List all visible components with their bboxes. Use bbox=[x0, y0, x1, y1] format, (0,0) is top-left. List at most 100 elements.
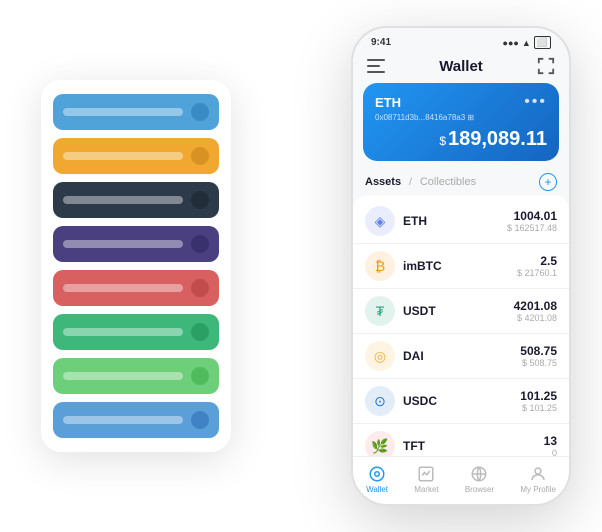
phone-header: Wallet bbox=[353, 53, 569, 83]
tab-assets[interactable]: Assets bbox=[365, 176, 401, 188]
tab-divider: / bbox=[409, 177, 412, 188]
bottom-nav: Wallet Market Browser bbox=[353, 456, 569, 504]
list-item[interactable] bbox=[53, 270, 219, 306]
card-dot bbox=[191, 323, 209, 341]
usdt-icon: ₮ bbox=[365, 296, 395, 326]
asset-usd: $ 4201.08 bbox=[514, 313, 557, 323]
tabs-left: Assets / Collectibles bbox=[365, 176, 476, 188]
eth-balance: $189,089.11 bbox=[375, 128, 547, 151]
asset-usd: $ 162517.48 bbox=[507, 223, 557, 233]
asset-name: DAI bbox=[403, 349, 520, 363]
asset-amount: 1004.01 bbox=[507, 209, 557, 223]
nav-wallet[interactable]: Wallet bbox=[366, 465, 388, 494]
card-dot bbox=[191, 411, 209, 429]
eth-icon: ◈ bbox=[365, 206, 395, 236]
wallet-nav-icon bbox=[368, 465, 386, 483]
table-row[interactable]: ₿ imBTC 2.5 $ 21760.1 bbox=[353, 244, 569, 289]
table-row[interactable]: 🌿 TFT 13 0 bbox=[353, 424, 569, 456]
asset-amount: 4201.08 bbox=[514, 299, 557, 313]
battery-icon: ⬜ bbox=[534, 36, 551, 49]
nav-browser-label: Browser bbox=[465, 485, 494, 494]
card-dot bbox=[191, 235, 209, 253]
add-asset-button[interactable]: + bbox=[539, 173, 557, 191]
card-text-line bbox=[63, 240, 183, 248]
nav-market[interactable]: Market bbox=[414, 465, 438, 494]
list-item[interactable] bbox=[53, 182, 219, 218]
asset-amounts: 1004.01 $ 162517.48 bbox=[507, 209, 557, 233]
table-row[interactable]: ⊙ USDC 101.25 $ 101.25 bbox=[353, 379, 569, 424]
asset-amount: 508.75 bbox=[520, 344, 557, 358]
card-dot bbox=[191, 191, 209, 209]
card-dot bbox=[191, 147, 209, 165]
currency-symbol: $ bbox=[439, 134, 446, 148]
phone: 9:41 ●●● ▲ ⬜ Wallet bbox=[351, 26, 571, 506]
asset-usd: $ 101.25 bbox=[520, 403, 557, 413]
asset-name: imBTC bbox=[403, 259, 517, 273]
card-text-line bbox=[63, 284, 183, 292]
card-dot bbox=[191, 279, 209, 297]
eth-card-menu[interactable]: ••• bbox=[524, 93, 547, 111]
signal-icon: ●●● bbox=[503, 38, 519, 48]
usdc-icon: ⊙ bbox=[365, 386, 395, 416]
asset-name: USDC bbox=[403, 394, 520, 408]
card-text-line bbox=[63, 152, 183, 160]
tft-icon: 🌿 bbox=[365, 431, 395, 456]
dai-icon: ◎ bbox=[365, 341, 395, 371]
profile-nav-icon bbox=[529, 465, 547, 483]
asset-name: TFT bbox=[403, 439, 544, 453]
eth-balance-value: 189,089.11 bbox=[448, 128, 547, 150]
status-bar: 9:41 ●●● ▲ ⬜ bbox=[353, 28, 569, 53]
asset-amount: 13 bbox=[544, 434, 557, 448]
eth-card-header: ETH ••• bbox=[375, 93, 547, 111]
asset-list: ◈ ETH 1004.01 $ 162517.48 ₿ imBTC 2.5 $ … bbox=[353, 195, 569, 456]
eth-card[interactable]: ETH ••• 0x08711d3b...8416a78a3 ⊞ $189,08… bbox=[363, 83, 559, 161]
list-item[interactable] bbox=[53, 402, 219, 438]
asset-amounts: 2.5 $ 21760.1 bbox=[517, 254, 557, 278]
asset-amounts: 13 0 bbox=[544, 434, 557, 456]
nav-market-label: Market bbox=[414, 485, 438, 494]
expand-icon[interactable] bbox=[537, 57, 555, 75]
card-dot bbox=[191, 367, 209, 385]
market-nav-icon bbox=[417, 465, 435, 483]
eth-card-label: ETH bbox=[375, 95, 401, 110]
imbtc-icon: ₿ bbox=[365, 251, 395, 281]
list-item[interactable] bbox=[53, 226, 219, 262]
asset-amounts: 101.25 $ 101.25 bbox=[520, 389, 557, 413]
status-time: 9:41 bbox=[371, 37, 391, 48]
table-row[interactable]: ◎ DAI 508.75 $ 508.75 bbox=[353, 334, 569, 379]
asset-amount: 101.25 bbox=[520, 389, 557, 403]
status-icons: ●●● ▲ ⬜ bbox=[503, 36, 551, 49]
asset-usd: $ 508.75 bbox=[520, 358, 557, 368]
asset-usd: 0 bbox=[544, 448, 557, 456]
card-dot bbox=[191, 103, 209, 121]
table-row[interactable]: ₮ USDT 4201.08 $ 4201.08 bbox=[353, 289, 569, 334]
browser-nav-icon bbox=[470, 465, 488, 483]
wifi-icon: ▲ bbox=[522, 38, 531, 48]
list-item[interactable] bbox=[53, 314, 219, 350]
list-item[interactable] bbox=[53, 94, 219, 130]
asset-name: ETH bbox=[403, 214, 507, 228]
nav-profile[interactable]: My Profile bbox=[520, 465, 556, 494]
scene: 9:41 ●●● ▲ ⬜ Wallet bbox=[21, 11, 581, 521]
list-item[interactable] bbox=[53, 138, 219, 174]
nav-browser[interactable]: Browser bbox=[465, 465, 494, 494]
list-item[interactable] bbox=[53, 358, 219, 394]
card-text-line bbox=[63, 196, 183, 204]
card-text-line bbox=[63, 328, 183, 336]
asset-amounts: 4201.08 $ 4201.08 bbox=[514, 299, 557, 323]
hamburger-icon[interactable] bbox=[367, 59, 385, 73]
nav-profile-label: My Profile bbox=[520, 485, 556, 494]
page-title: Wallet bbox=[439, 58, 483, 75]
asset-amounts: 508.75 $ 508.75 bbox=[520, 344, 557, 368]
card-text-line bbox=[63, 372, 183, 380]
assets-tabs: Assets / Collectibles + bbox=[353, 169, 569, 195]
table-row[interactable]: ◈ ETH 1004.01 $ 162517.48 bbox=[353, 199, 569, 244]
card-text-line bbox=[63, 416, 183, 424]
tab-collectibles[interactable]: Collectibles bbox=[420, 176, 476, 188]
nav-wallet-label: Wallet bbox=[366, 485, 388, 494]
eth-address: 0x08711d3b...8416a78a3 ⊞ bbox=[375, 113, 547, 122]
asset-name: USDT bbox=[403, 304, 514, 318]
asset-amount: 2.5 bbox=[517, 254, 557, 268]
card-stack bbox=[41, 80, 231, 452]
asset-usd: $ 21760.1 bbox=[517, 268, 557, 278]
